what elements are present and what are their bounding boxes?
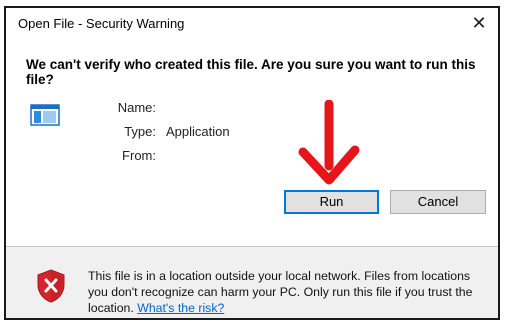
red-arrow-annotation [298, 100, 360, 185]
run-button[interactable]: Run [284, 190, 379, 214]
whats-the-risk-link[interactable]: What's the risk? [137, 301, 224, 315]
window-title: Open File - Security Warning [18, 16, 185, 31]
field-label: Type: [124, 124, 156, 139]
close-icon[interactable]: ✕ [468, 12, 490, 34]
title-bar: Open File - Security Warning ✕ [6, 8, 498, 38]
field-label: From: [122, 148, 156, 163]
security-warning-dialog: Open File - Security Warning ✕ We can't … [4, 6, 500, 320]
field-label: Name: [117, 100, 156, 115]
cancel-button[interactable]: Cancel [390, 190, 486, 214]
shield-warning-icon [37, 269, 65, 303]
warning-message: This file is in a location outside your … [88, 268, 493, 316]
field-value: Application [166, 124, 230, 139]
application-icon [30, 104, 60, 126]
warning-heading: We can't verify who created this file. A… [26, 57, 476, 87]
warning-footer: This file is in a location outside your … [6, 247, 498, 318]
